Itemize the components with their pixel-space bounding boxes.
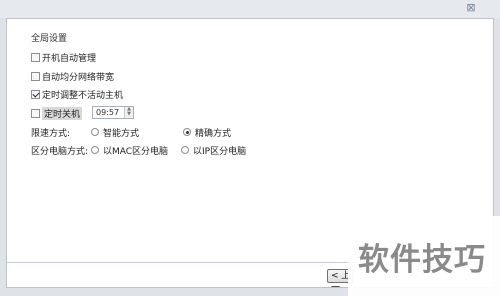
restrict-mode-label: 限速方式:: [31, 129, 71, 139]
auto-bandwidth-row[interactable]: 自动均分网络带宽: [31, 70, 115, 83]
brand-text: 软件技巧: [358, 242, 486, 278]
mac-radio[interactable]: [91, 146, 99, 154]
smart-mode-option[interactable]: 智能方式: [91, 126, 140, 139]
allocate-by-label: 区分电脑方式:: [31, 147, 89, 157]
section-title: 全局设置: [31, 34, 68, 44]
inactive-host-row[interactable]: 定时调整不活动主机: [31, 88, 124, 101]
scheduled-shutdown-label: 定时关机: [42, 106, 83, 120]
smart-mode-radio[interactable]: [91, 128, 99, 136]
scheduled-shutdown-row[interactable]: 定时关机: [31, 106, 83, 120]
auto-bandwidth-checkbox[interactable]: [31, 71, 40, 81]
precise-mode-option[interactable]: 精确方式: [183, 126, 232, 139]
shutdown-time-input[interactable]: 09:57 ▲ ▼: [92, 106, 134, 119]
precise-mode-label: 精确方式: [195, 128, 232, 139]
brand-overlay: 软件技巧: [348, 216, 500, 296]
ip-option[interactable]: 以IP区分电脑: [181, 144, 247, 157]
auto-manage-row[interactable]: 开机自动管理: [31, 51, 97, 64]
time-spinner[interactable]: ▲ ▼: [124, 107, 133, 118]
precise-mode-radio[interactable]: [183, 128, 191, 136]
ip-radio[interactable]: [181, 146, 189, 154]
scheduled-shutdown-checkbox[interactable]: [31, 108, 40, 118]
ip-label: 以IP区分电脑: [193, 146, 247, 157]
inactive-host-label: 定时调整不活动主机: [42, 90, 124, 101]
title-bar: ⊠: [0, 0, 500, 18]
close-icon[interactable]: ⊠: [464, 2, 478, 14]
smart-mode-label: 智能方式: [103, 128, 140, 139]
auto-manage-checkbox[interactable]: [31, 52, 40, 62]
auto-manage-label: 开机自动管理: [42, 53, 97, 64]
mac-option[interactable]: 以MAC区分电脑: [91, 144, 169, 157]
inactive-host-checkbox[interactable]: [31, 89, 40, 99]
auto-bandwidth-label: 自动均分网络带宽: [42, 72, 115, 83]
spin-down-icon[interactable]: ▼: [125, 112, 133, 117]
shutdown-time-value: 09:57: [96, 108, 120, 117]
mac-label: 以MAC区分电脑: [103, 146, 169, 157]
